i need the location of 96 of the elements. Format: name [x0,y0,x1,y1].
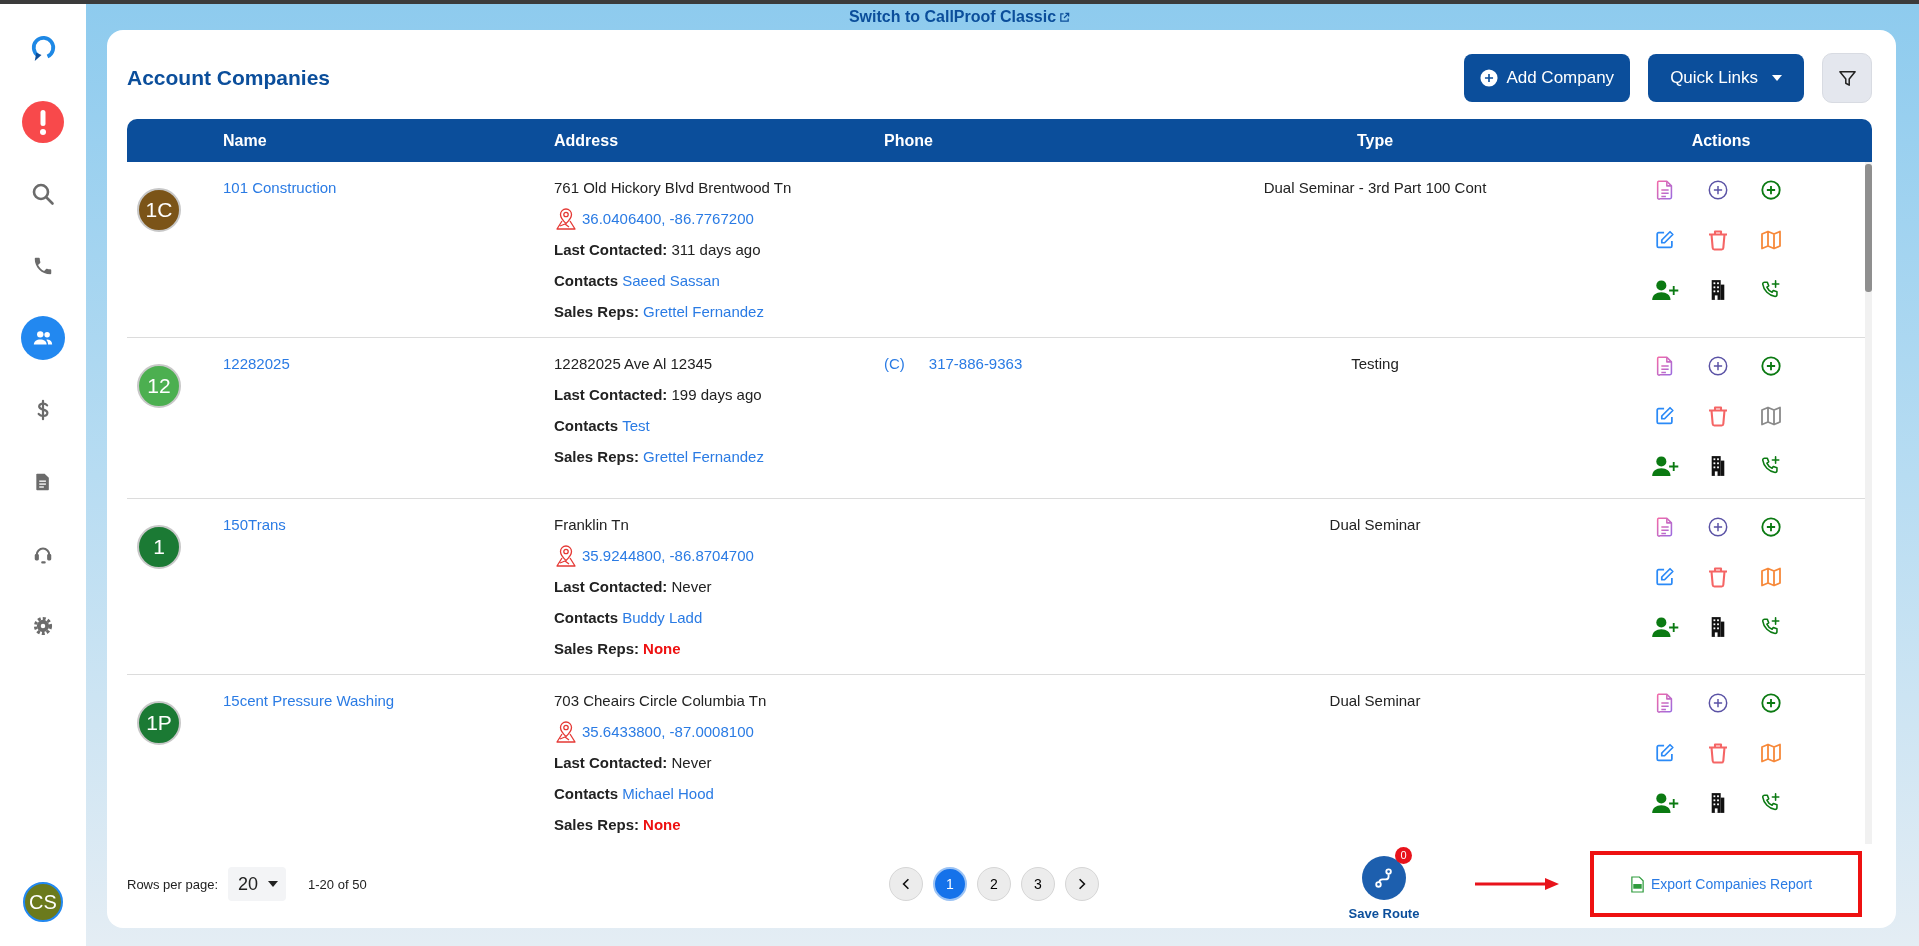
search-icon[interactable] [31,182,55,206]
rows-per-page-select[interactable]: 20 [228,867,287,901]
sales-rep-link[interactable]: Grettel Fernandez [643,303,764,320]
company-type: Dual Seminar [1329,516,1421,533]
sales-reps-label: Sales Reps: [554,640,640,657]
edit-icon[interactable] [1653,742,1676,764]
company-avatar: 1C [137,188,181,232]
user-avatar[interactable]: CS [23,882,63,922]
sales-reps-label: Sales Reps: [554,816,640,833]
phone-icon[interactable] [32,255,54,277]
company-type: Dual Seminar [1329,692,1421,709]
company-avatar: 1 [137,525,181,569]
address-text: 12282025 Ave Al 12345 [554,354,714,374]
caret-icon [268,881,279,887]
add-circle-icon[interactable] [1706,692,1729,714]
count-badge: 0 [1395,846,1412,864]
company-type: Testing [1351,355,1399,372]
coordinates-link[interactable]: 36.0406400, -86.7767200 [582,203,754,234]
add-circle-icon[interactable] [1759,179,1782,201]
switch-link[interactable]: Switch to CallProof Classic [848,8,1071,26]
chevron-right-icon [1078,878,1086,890]
column-header: Actions [1690,131,1752,150]
settings-icon[interactable] [32,615,54,637]
sales-reps-value: None [643,816,681,833]
page-button[interactable]: 2 [977,867,1011,901]
phone-link[interactable]: 317-886-9363 [928,348,1023,379]
alert-icon[interactable] [21,100,65,144]
add-circle-icon[interactable] [1706,355,1729,377]
sales-reps-label: Sales Reps: [554,448,640,465]
location-pin-icon [554,543,578,568]
map-icon[interactable] [1758,404,1783,428]
company-avatar: 12 [137,364,181,408]
add-company-button[interactable]: Add Company [1464,54,1631,102]
coordinates-link[interactable]: 35.9244800, -86.8704700 [582,540,754,571]
company-name-link[interactable]: 101 Construction [223,179,337,196]
chevron-left-icon [902,878,910,890]
phone-type-label: (C) [884,354,905,374]
export-report-link[interactable]: Export Companies Report [1630,875,1813,893]
add-circle-icon[interactable] [1759,516,1782,538]
contact-link[interactable]: Saeed Sassan [622,272,720,289]
location-pin-icon [554,719,578,744]
contact-link[interactable]: Buddy Ladd [622,609,703,626]
last-contacted-text: Last Contacted: Never [554,577,713,597]
edit-icon[interactable] [1653,229,1676,251]
last-contacted-text: Last Contacted: Never [554,753,713,773]
caret-icon [1772,75,1782,81]
add-circle-icon[interactable] [1759,692,1782,714]
company-name-link[interactable]: 150Trans [223,516,286,533]
contacts-label: Contacts [554,417,619,434]
add-user-icon[interactable] [1650,279,1679,301]
filter-icon [1837,68,1857,88]
csv-file-icon [1630,875,1645,893]
filter-button[interactable] [1822,53,1872,103]
rows-per-page-label: Rows per page: [127,876,219,892]
company-avatar: 1P [137,701,181,745]
add-user-icon[interactable] [1650,792,1679,814]
contacts-label: Contacts [554,609,619,626]
scrollbar-thumb[interactable] [1865,164,1872,292]
people-nav-button[interactable] [21,316,65,360]
column-header: Type [1355,131,1395,150]
sales-rep-link[interactable]: Grettel Fernandez [643,448,764,465]
contacts-label: Contacts [554,272,619,289]
company-name-link[interactable]: 12282025 [223,355,290,372]
plus-circle-icon [1480,69,1499,87]
location-pin-icon [554,206,578,231]
edit-icon[interactable] [1653,566,1676,588]
range-text: 1-20 of 50 [308,876,367,892]
address-text: Franklin Tn [554,515,630,535]
contact-link[interactable]: Michael Hood [622,785,714,802]
sales-reps-label: Sales Reps: [554,303,640,320]
contact-link[interactable]: Test [622,417,650,434]
edit-icon[interactable] [1653,405,1676,427]
add-user-icon[interactable] [1650,616,1679,638]
column-header: Address [554,131,620,150]
column-header: Name [223,131,268,150]
coordinates-link[interactable]: 35.6433800, -87.0008100 [582,716,754,747]
route-icon [1373,866,1395,889]
save-route-label: Save Route [1348,905,1420,921]
company-type: Dual Seminar - 3rd Part 100 Cont [1263,179,1487,196]
last-contacted-text: Last Contacted: 199 days ago [554,385,763,405]
add-circle-icon[interactable] [1759,355,1782,377]
add-user-icon[interactable] [1650,455,1679,477]
add-circle-icon[interactable] [1706,516,1729,538]
page-title: Account Companies [127,66,331,90]
page-button[interactable]: 1 [933,867,967,901]
quick-links-button[interactable]: Quick Links [1648,54,1804,102]
sales-reps-value: None [643,640,681,657]
external-link-icon [1059,11,1071,23]
contacts-label: Contacts [554,785,619,802]
company-name-link[interactable]: 15cent Pressure Washing [223,692,395,709]
add-circle-icon[interactable] [1706,179,1729,201]
column-header: Phone [884,131,934,150]
address-text: 761 Old Hickory Blvd Brentwood Tn [554,178,793,198]
address-text: 703 Cheairs Circle Columbia Tn [554,691,768,711]
page-button[interactable]: 3 [1021,867,1055,901]
last-contacted-text: Last Contacted: 311 days ago [554,240,762,260]
